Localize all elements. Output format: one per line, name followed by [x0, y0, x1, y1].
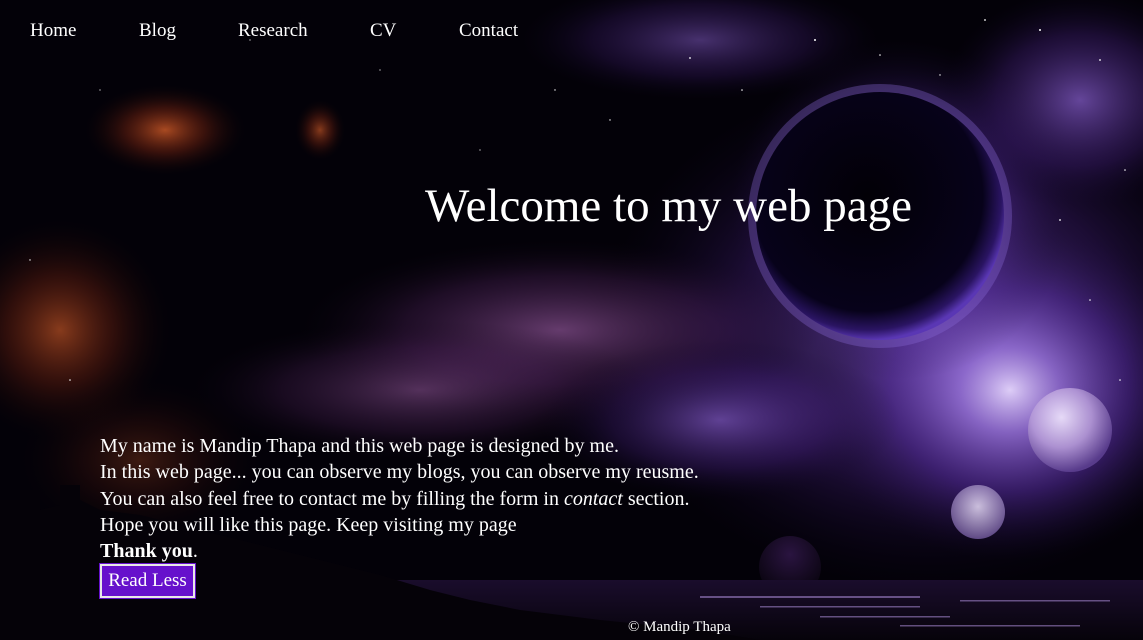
- intro-line-1: My name is Mandip Thapa and this web pag…: [100, 435, 619, 457]
- intro-line-4: Hope you will like this page. Keep visit…: [100, 513, 517, 536]
- nav-contact-link[interactable]: Contact: [459, 20, 518, 42]
- nav-blog-link[interactable]: Blog: [139, 20, 176, 42]
- intro-line-3-start: You can also feel free to contact me by …: [100, 487, 564, 510]
- nav-cv-link[interactable]: CV: [370, 20, 396, 42]
- footer-copyright: © Mandip Thapa: [628, 619, 731, 635]
- thank-you-period: .: [192, 540, 198, 563]
- read-less-button[interactable]: Read Less: [99, 563, 196, 599]
- nav-research-link[interactable]: Research: [238, 20, 308, 42]
- intro-text: My name is Mandip Thapa and this web pag…: [100, 433, 699, 564]
- thank-you-text: Thank you: [100, 540, 193, 563]
- intro-line-3-end: section.: [622, 487, 690, 510]
- nav-home-link[interactable]: Home: [30, 20, 76, 42]
- contact-emphasis: contact: [563, 487, 623, 510]
- thank-you-line: Thank you.: [100, 538, 699, 564]
- page-background: Home Blog Research CV Contact Welcome to…: [0, 0, 1143, 640]
- page-title: Welcome to my web page: [425, 180, 912, 232]
- intro-line-2: In this web page... you can observe my b…: [100, 461, 699, 484]
- intro-line-3: You can also feel free to contact me by …: [100, 486, 699, 512]
